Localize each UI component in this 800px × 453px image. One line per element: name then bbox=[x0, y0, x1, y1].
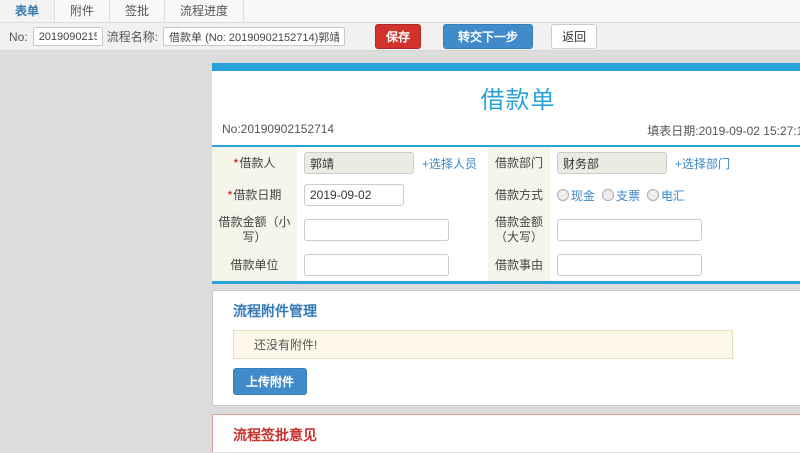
form-title: 借款单 bbox=[480, 87, 556, 114]
tab-attachment[interactable]: 附件 bbox=[55, 0, 111, 22]
back-button[interactable]: 返回 bbox=[551, 24, 598, 49]
department-input[interactable] bbox=[557, 152, 667, 174]
forward-next-step-button[interactable]: 转交下一步 bbox=[443, 24, 534, 49]
form-row-unit-reason: 借款单位 借款事由 bbox=[212, 249, 800, 281]
required-asterisk: * bbox=[233, 155, 239, 170]
form-row-amount: 借款金额（小写） 借款金额（大写） bbox=[212, 211, 800, 249]
radio-wire-transfer[interactable]: 电汇 bbox=[647, 187, 685, 204]
amount-uppercase-input[interactable] bbox=[557, 219, 702, 241]
form-date-text: 填表日期:2019-09-02 15:27:14 bbox=[647, 124, 800, 138]
radio-button-icon[interactable] bbox=[557, 189, 569, 201]
loan-unit-input[interactable] bbox=[304, 254, 449, 276]
no-attachment-notice: 还没有附件! bbox=[233, 330, 733, 359]
loan-method-label: 借款方式 bbox=[488, 179, 550, 211]
loan-unit-label: 借款单位 bbox=[212, 249, 297, 281]
borrower-input[interactable] bbox=[304, 152, 414, 174]
upload-attachment-button[interactable]: 上传附件 bbox=[233, 368, 308, 395]
loan-method-radio-group: 现金 支票 电汇 bbox=[557, 187, 685, 204]
tab-form[interactable]: 表单 bbox=[0, 0, 56, 22]
form-row-borrower: *借款人 +选择人员 借款部门 +选择部门 bbox=[212, 147, 800, 179]
form-row-date-method: *借款日期 借款方式 现金 支票 bbox=[212, 179, 800, 211]
loan-reason-input[interactable] bbox=[557, 254, 702, 276]
amount-lowercase-input[interactable] bbox=[304, 219, 449, 241]
select-person-link[interactable]: +选择人员 bbox=[422, 155, 477, 172]
form-meta-row: No:20190902152714 填表日期:2019-09-02 15:27:… bbox=[212, 120, 800, 145]
save-button[interactable]: 保存 bbox=[375, 24, 422, 49]
content-area: 借款单 No:20190902152714 填表日期:2019-09-02 15… bbox=[0, 51, 800, 452]
approval-section: 流程签批意见 B I abc bbox=[212, 414, 800, 452]
panel-top-accent-bar bbox=[212, 63, 800, 71]
no-label: No: bbox=[9, 29, 28, 44]
top-tab-bar: 表单 附件 签批 流程进度 bbox=[0, 0, 800, 23]
borrower-label: *借款人 bbox=[212, 147, 297, 179]
loan-date-label: *借款日期 bbox=[212, 179, 297, 211]
loan-reason-label: 借款事由 bbox=[488, 249, 550, 281]
attachment-section: 流程附件管理 还没有附件! 上传附件 bbox=[212, 290, 800, 406]
approval-heading: 流程签批意见 bbox=[233, 427, 317, 443]
select-department-link[interactable]: +选择部门 bbox=[675, 155, 730, 172]
action-toolbar: No: 流程名称: 保存 转交下一步 返回 bbox=[0, 23, 800, 51]
form-no-text: No:20190902152714 bbox=[222, 122, 335, 136]
loan-date-input[interactable] bbox=[304, 184, 404, 206]
radio-cheque[interactable]: 支票 bbox=[602, 187, 640, 204]
tab-process-progress[interactable]: 流程进度 bbox=[165, 0, 245, 22]
no-input[interactable] bbox=[32, 27, 103, 46]
amount-uppercase-label: 借款金额（大写） bbox=[488, 211, 550, 249]
department-label: 借款部门 bbox=[488, 147, 550, 179]
flow-name-input[interactable] bbox=[163, 27, 346, 46]
radio-cash[interactable]: 现金 bbox=[557, 187, 595, 204]
form-divider-bottom bbox=[212, 281, 800, 284]
required-asterisk: * bbox=[227, 187, 233, 202]
radio-button-icon[interactable] bbox=[647, 189, 660, 201]
radio-button-icon[interactable] bbox=[602, 189, 615, 201]
tab-approval[interactable]: 签批 bbox=[110, 0, 166, 22]
attachment-heading: 流程附件管理 bbox=[233, 303, 317, 319]
amount-lowercase-label: 借款金额（小写） bbox=[212, 211, 297, 249]
flow-name-label: 流程名称: bbox=[106, 30, 159, 44]
loan-form-panel: 借款单 No:20190902152714 填表日期:2019-09-02 15… bbox=[212, 63, 800, 284]
